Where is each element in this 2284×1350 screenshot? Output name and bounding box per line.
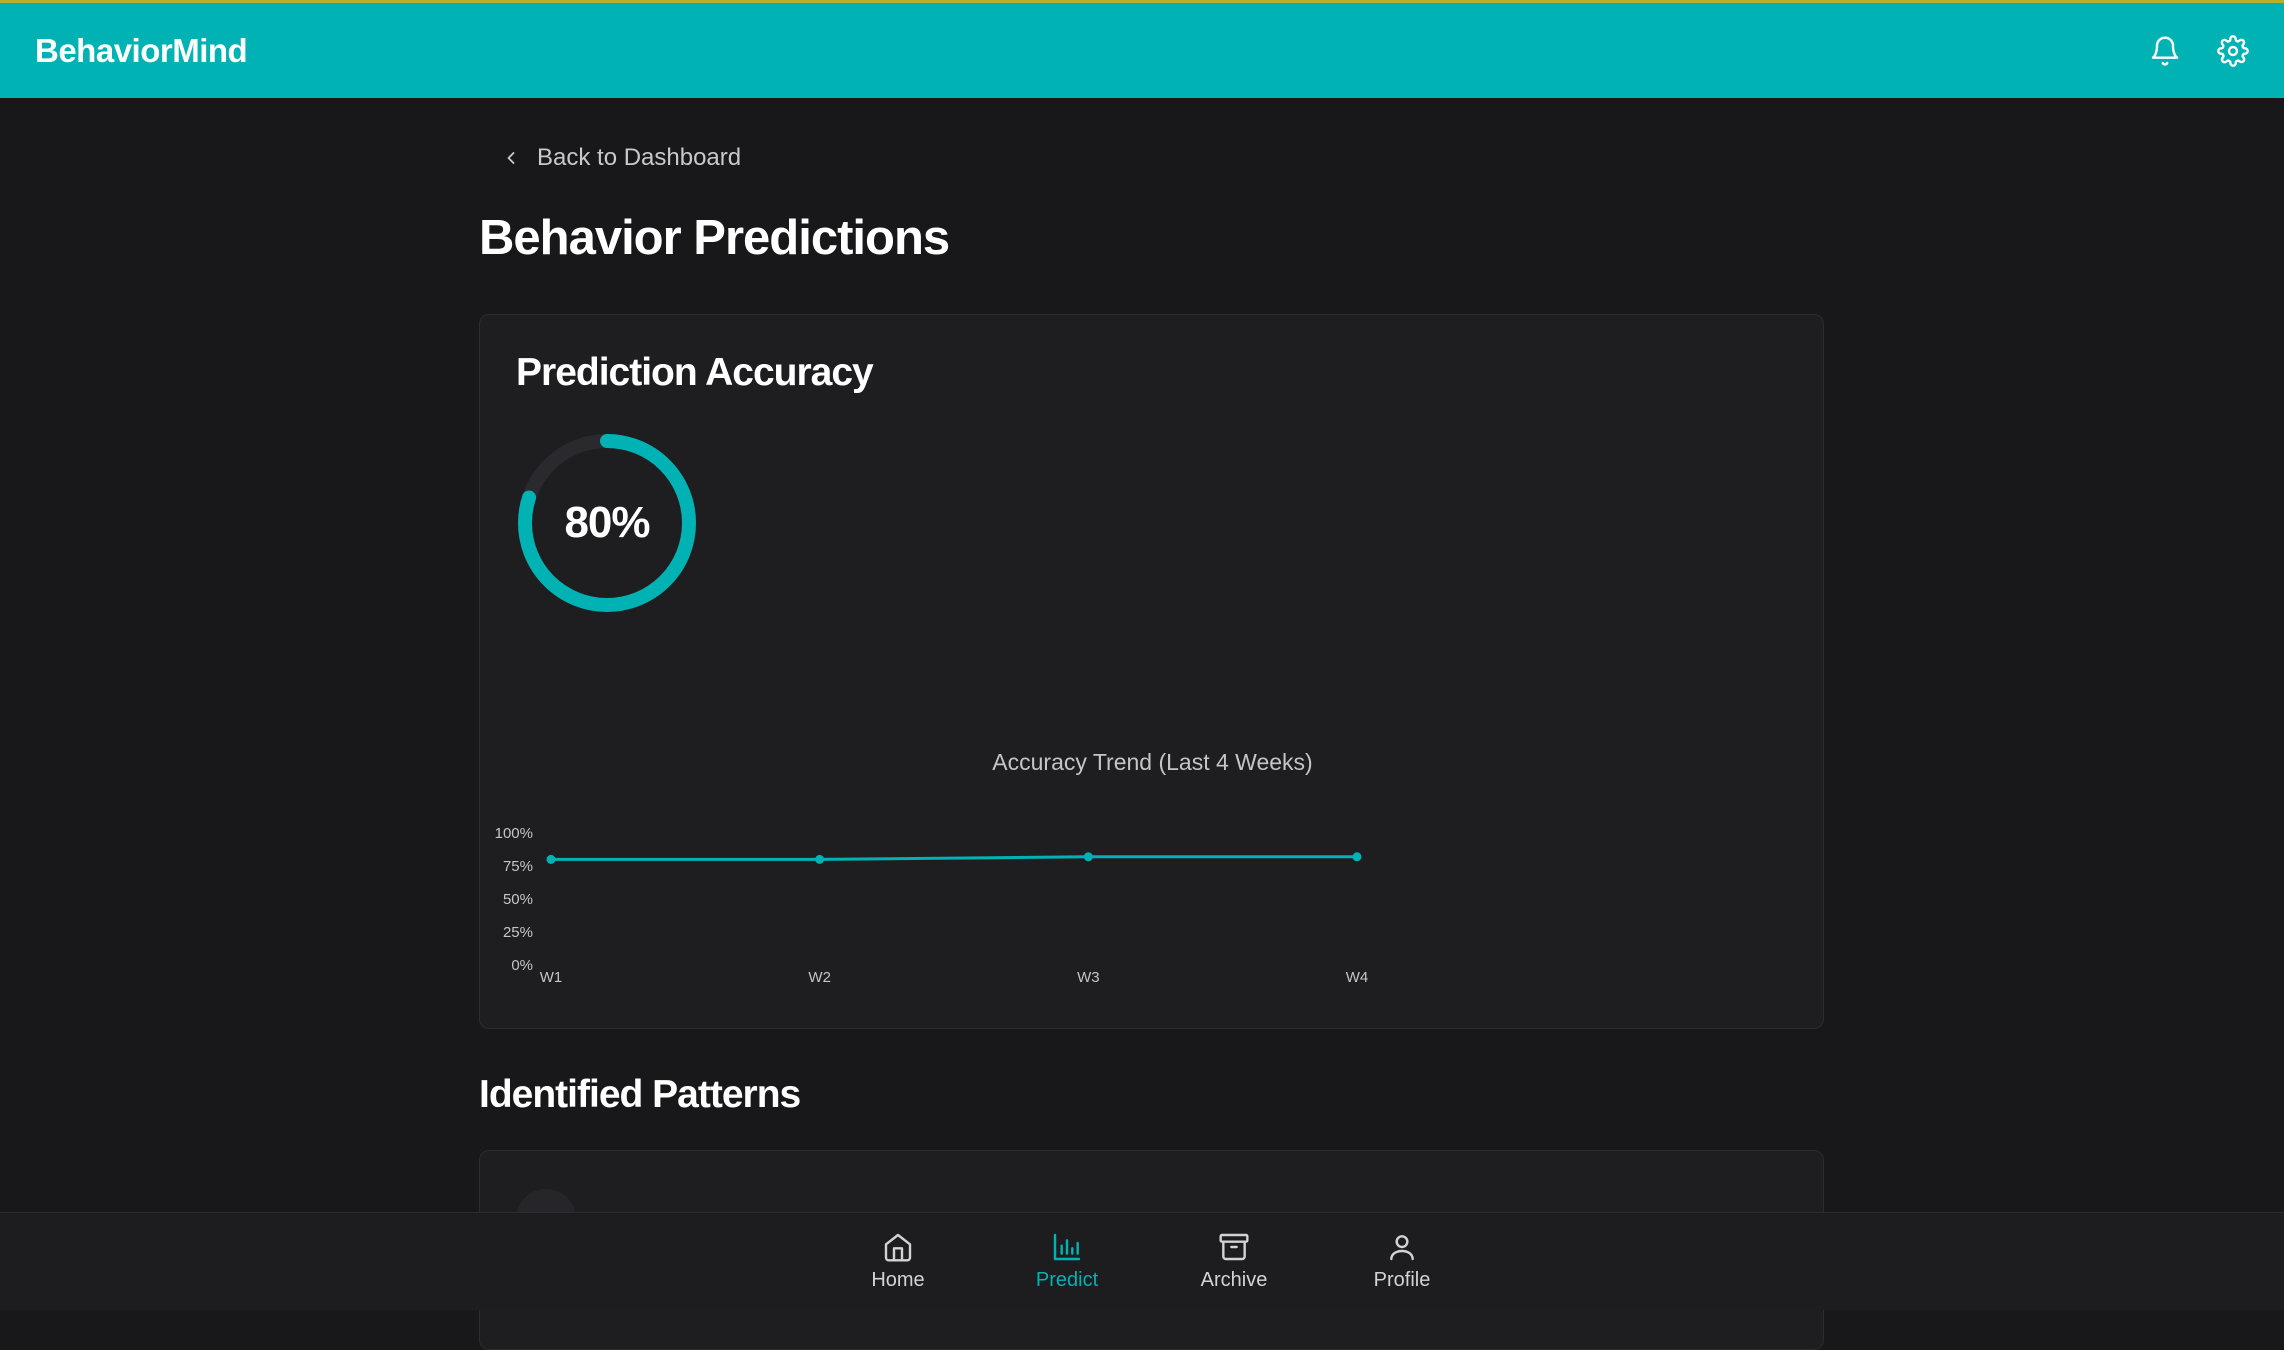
archive-box-icon xyxy=(1219,1233,1249,1261)
user-icon xyxy=(1390,1235,1414,1261)
section-title: Identified Patterns xyxy=(479,1073,801,1116)
accuracy-trend-chart: 0% 25% 50% 75% 100% W1 W2 W3 W4 xyxy=(495,825,1369,986)
card-title: Prediction Accuracy xyxy=(516,351,874,394)
back-link-label: Back to Dashboard xyxy=(537,144,742,171)
nav-label: Predict xyxy=(1035,1269,1099,1291)
back-to-dashboard-link[interactable]: Back to Dashboard xyxy=(501,144,741,172)
top-app-bar: BehaviorMind xyxy=(0,0,2284,98)
gear-icon[interactable] xyxy=(2217,34,2249,67)
series-line xyxy=(551,855,1357,861)
bell-icon[interactable] xyxy=(2149,35,2181,67)
x-tick-label: W3 xyxy=(1077,969,1100,986)
nav-item-predict[interactable]: Predict xyxy=(1007,1231,1127,1292)
nav-item-profile[interactable]: Profile xyxy=(1342,1231,1462,1292)
nav-label: Profile xyxy=(1373,1269,1431,1291)
nav-label: Archive xyxy=(1200,1269,1268,1291)
home-icon xyxy=(884,1233,912,1262)
bottom-navigation: Home Predict Archive Profile xyxy=(0,1212,2284,1310)
y-tick-label: 50% xyxy=(503,891,533,908)
data-point[interactable] xyxy=(1083,852,1093,862)
x-tick-label: W4 xyxy=(1346,969,1369,986)
nav-item-archive[interactable]: Archive xyxy=(1174,1231,1294,1292)
data-point[interactable] xyxy=(1352,852,1362,862)
prediction-accuracy-card: Prediction Accuracy 80% Accuracy Trend (… xyxy=(479,314,1824,1029)
app-brand[interactable]: BehaviorMind xyxy=(35,32,248,70)
nav-item-home[interactable]: Home xyxy=(838,1231,958,1292)
page-title: Behavior Predictions xyxy=(479,211,950,265)
chevron-left-icon xyxy=(507,152,515,164)
bar-chart-icon xyxy=(1053,1233,1081,1261)
y-tick-label: 75% xyxy=(503,858,533,875)
x-tick-label: W2 xyxy=(808,969,831,986)
data-point[interactable] xyxy=(815,854,825,864)
gauge-value: 80% xyxy=(564,498,650,547)
x-tick-label: W1 xyxy=(540,969,563,986)
trend-chart-title: Accuracy Trend (Last 4 Weeks) xyxy=(992,749,1313,775)
y-tick-label: 100% xyxy=(495,825,533,842)
y-tick-label: 0% xyxy=(511,957,533,974)
data-point[interactable] xyxy=(546,854,556,864)
nav-label: Home xyxy=(871,1269,925,1291)
y-tick-label: 25% xyxy=(503,924,533,941)
header-actions xyxy=(2149,34,2249,67)
